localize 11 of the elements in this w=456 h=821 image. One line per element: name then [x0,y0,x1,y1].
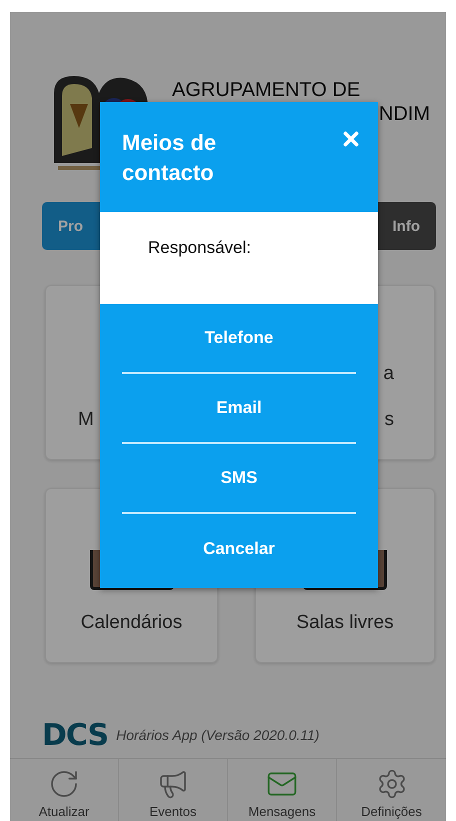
card-label: a [383,363,394,385]
responsible-label: Responsável: [148,238,252,257]
card-label: Salas livres [296,612,394,634]
version-text: Horários App (Versão 2020.0.11) [116,727,320,743]
school-name: NDIM [378,102,430,126]
dialog-title: Meios de contacto [122,129,218,187]
school-name: AGRUPAMENTO DE [172,78,360,102]
brand-logo: DCS [42,718,108,752]
card-label: Calendários [80,612,182,634]
card-label: s [384,409,394,431]
card-label: M [78,409,94,431]
